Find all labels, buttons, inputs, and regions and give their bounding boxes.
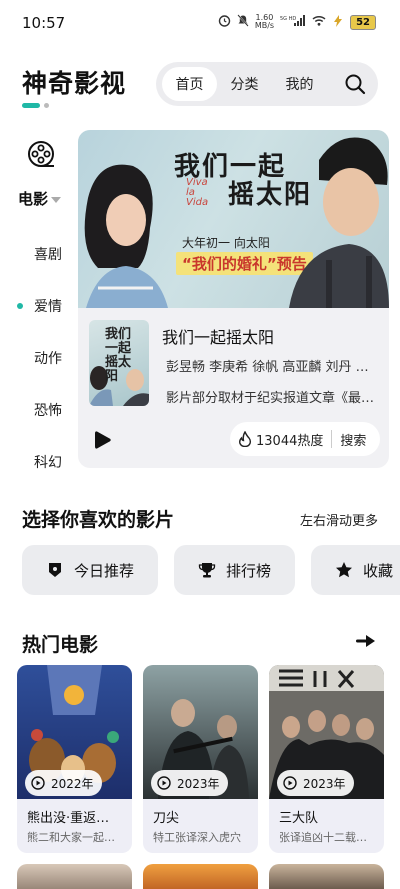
charging-icon — [332, 14, 344, 30]
status-time: 10:57 — [22, 14, 66, 32]
category-item-scifi[interactable]: 科幻 — [0, 436, 78, 488]
movie-card-peek[interactable] — [17, 864, 132, 889]
status-icons: 1.60 MB/s 5G HD 52 — [218, 14, 376, 30]
banner-girl-figure — [84, 164, 168, 308]
title-page-indicator — [22, 103, 49, 108]
movie-card[interactable]: 2023年 三大队 张译追凶十二载… — [269, 665, 384, 853]
signal-icon: 5G HD — [280, 14, 306, 30]
year-badge: 2022年 — [25, 770, 102, 796]
featured-poster-thumb[interactable]: 我们一起摇太阳 — [89, 320, 149, 406]
active-category-dot — [17, 303, 23, 309]
featured-movie-description: 影片部分取材于纪实报道文章《最… — [166, 391, 375, 406]
movie-description: 熊二和大家一起… — [27, 831, 115, 844]
movie-description: 特工张译深入虎穴 — [153, 831, 241, 844]
category-item-action[interactable]: 动作 — [0, 332, 78, 384]
next-row-peek — [17, 864, 384, 889]
year-text: 2022年 — [51, 776, 94, 791]
tab-mine[interactable]: 我的 — [272, 67, 327, 101]
hot-more-button[interactable] — [356, 633, 376, 647]
featured-action-bar: 13044热度 搜索 — [230, 422, 380, 456]
movie-card-peek[interactable] — [143, 864, 258, 889]
movie-title: 熊出没·重返… — [27, 811, 110, 826]
play-circle-icon — [283, 776, 297, 790]
play-button[interactable] — [95, 430, 111, 450]
net-speed: 1.60 MB/s — [255, 14, 274, 30]
flame-icon — [239, 431, 252, 447]
action-divider — [331, 430, 333, 448]
movie-title: 刀尖 — [153, 811, 180, 826]
featured-movie-card[interactable]: 我们一起 摇太阳 Viva la Vida 大年初一 向太阳 “我们的婚礼”预告… — [78, 130, 389, 468]
featured-movie-name: 我们一起摇太阳 — [162, 328, 275, 347]
tab-category[interactable]: 分类 — [217, 67, 272, 101]
top-nav: 首页 分类 我的 — [156, 62, 378, 106]
status-bar: 10:57 1.60 MB/s 5G HD 52 — [0, 0, 400, 48]
trophy-icon — [198, 563, 216, 578]
mute-icon — [237, 14, 249, 30]
badge-icon — [49, 563, 61, 577]
play-icon — [95, 431, 111, 449]
chip-label: 排行榜 — [226, 561, 272, 580]
film-reel-icon — [27, 140, 55, 168]
featured-search-button[interactable]: 搜索 — [340, 430, 366, 449]
banner-subtitle: 大年初一 向太阳 — [182, 236, 270, 250]
play-circle-icon — [157, 776, 171, 790]
arrow-right-icon — [356, 635, 375, 647]
star-icon — [336, 562, 353, 578]
category-label: 恐怖 — [34, 403, 62, 419]
choose-section-title: 选择你喜欢的影片 — [22, 509, 175, 531]
search-icon — [345, 74, 366, 95]
year-badge: 2023年 — [277, 770, 354, 796]
chip-favorites[interactable]: 收藏 — [311, 545, 400, 595]
movie-card[interactable]: 2022年 熊出没·重返… 熊二和大家一起… — [17, 665, 132, 853]
chip-label: 今日推荐 — [74, 561, 135, 580]
year-text: 2023年 — [177, 776, 220, 791]
movie-title: 三大队 — [279, 811, 319, 826]
year-text: 2023年 — [303, 776, 346, 791]
search-button[interactable] — [338, 67, 372, 101]
app-title: 神奇影视 — [22, 69, 127, 98]
category-label: 喜剧 — [34, 247, 62, 263]
chip-label: 收藏 — [363, 561, 394, 580]
hot-section-title: 热门电影 — [22, 634, 99, 656]
banner-boy-figure — [289, 137, 389, 308]
category-selector[interactable]: 电影 — [18, 188, 62, 209]
year-badge: 2023年 — [151, 770, 228, 796]
chip-ranking[interactable]: 排行榜 — [174, 545, 296, 595]
category-label: 科幻 — [34, 455, 62, 471]
movie-description: 张译追凶十二载… — [279, 831, 367, 844]
category-item-romance[interactable]: 爱情 — [0, 280, 78, 332]
wifi-icon — [312, 15, 326, 29]
chip-today-recommend[interactable]: 今日推荐 — [22, 545, 159, 595]
featured-banner[interactable]: 我们一起 摇太阳 Viva la Vida 大年初一 向太阳 “我们的婚礼”预告 — [78, 130, 389, 308]
net-speed-unit: MB/s — [254, 21, 275, 30]
choose-chip-row: 今日推荐 排行榜 收藏 — [22, 545, 400, 595]
movie-card-peek[interactable] — [269, 864, 384, 889]
category-label: 爱情 — [34, 299, 62, 315]
alarm-icon — [218, 14, 231, 30]
indicator-active-bar — [22, 103, 40, 108]
featured-movie-cast: 彭昱畅 李庚希 徐帆 高亚麟 刘丹 … — [166, 360, 369, 375]
category-item-horror[interactable]: 恐怖 — [0, 384, 78, 436]
poster-thumb-title: 我们一起摇太阳 — [105, 327, 132, 384]
category-selector-label: 电影 — [18, 190, 49, 208]
category-list: 喜剧 爱情 动作 恐怖 科幻 — [0, 228, 78, 488]
choose-swipe-hint: 左右滑动更多 — [299, 514, 378, 529]
tab-home[interactable]: 首页 — [162, 67, 217, 101]
battery-indicator: 52 — [350, 14, 376, 30]
hot-movie-grid: 2022年 熊出没·重返… 熊二和大家一起… 2023年 刀尖 特工张译深入虎穴 — [17, 665, 384, 853]
banner-viva-text: Viva la Vida — [186, 177, 209, 208]
svg-text:5G HD: 5G HD — [280, 16, 296, 22]
category-label: 动作 — [34, 351, 62, 367]
movie-card[interactable]: 2023年 刀尖 特工张译深入虎穴 — [143, 665, 258, 853]
heat-indicator: 13044热度 — [230, 430, 323, 449]
indicator-dot — [44, 103, 49, 108]
play-circle-icon — [31, 776, 45, 790]
chevron-down-icon — [51, 196, 62, 203]
heat-count: 13044热度 — [256, 433, 324, 449]
category-item-comedy[interactable]: 喜剧 — [0, 228, 78, 280]
